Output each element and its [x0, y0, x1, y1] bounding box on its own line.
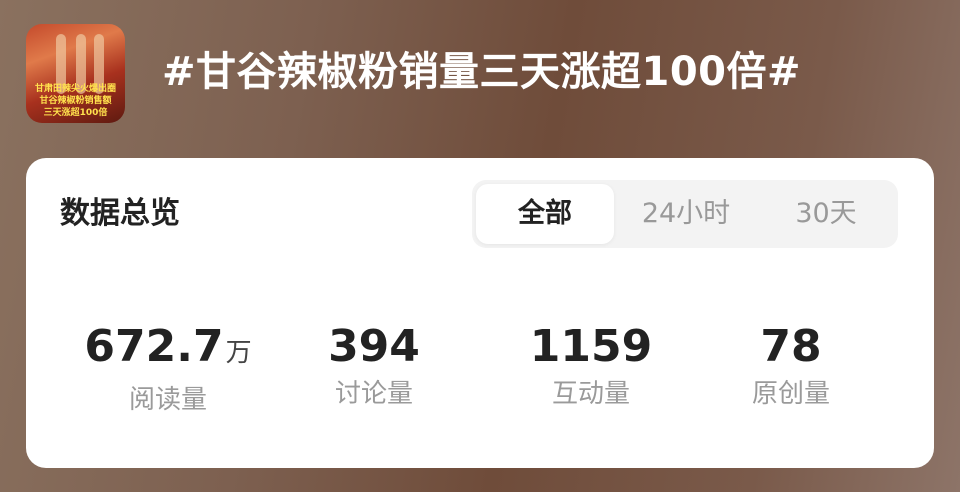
stat-reads-value: 672.7 — [84, 321, 224, 372]
stat-originals-value: 78 — [760, 321, 822, 372]
stat-reads-value-row: 672.7万 — [78, 318, 258, 382]
stat-discussions-value: 394 — [328, 321, 420, 372]
time-range-selector: 全部 24小时 30天 — [472, 180, 898, 248]
topic-thumbnail[interactable]: 甘肃田辣尖火爆出圈 甘谷辣椒粉销售额 三天涨超100倍 — [26, 24, 125, 123]
topic-title: #甘谷辣椒粉销量三天涨超100倍# — [162, 49, 802, 95]
topic-header: 甘肃田辣尖火爆出圈 甘谷辣椒粉销售额 三天涨超100倍 #甘谷辣椒粉销量三天涨超… — [0, 0, 960, 158]
thumbnail-caption: 甘肃田辣尖火爆出圈 甘谷辣椒粉销售额 三天涨超100倍 — [26, 83, 125, 119]
stat-interactions: 1159 互动量 — [516, 318, 666, 412]
stat-discussions-label: 讨论量 — [334, 379, 413, 409]
stat-interactions-label: 互动量 — [551, 379, 630, 409]
tab-30-days[interactable]: 30天 — [758, 184, 894, 244]
stat-discussions: 394 讨论量 — [304, 318, 444, 412]
tab-24-hours[interactable]: 24小时 — [616, 184, 756, 244]
tab-all[interactable]: 全部 — [476, 184, 614, 244]
overview-title: 数据总览 — [60, 196, 180, 231]
stat-interactions-value: 1159 — [529, 321, 653, 372]
stat-originals-label: 原创量 — [751, 379, 830, 409]
stat-reads-label: 阅读量 — [128, 385, 207, 415]
stat-originals: 78 原创量 — [726, 318, 856, 412]
stat-reads: 672.7万 阅读量 — [78, 318, 258, 418]
thumbnail-caption-line: 甘肃田辣尖火爆出圈 — [34, 84, 116, 94]
thumbnail-caption-line: 三天涨超100倍 — [43, 108, 108, 118]
thumbnail-caption-line: 甘谷辣椒粉销售额 — [39, 96, 112, 106]
stat-reads-unit: 万 — [225, 338, 252, 368]
data-overview-card: 数据总览 全部 24小时 30天 672.7万 阅读量 394 讨论量 1159… — [26, 158, 934, 468]
